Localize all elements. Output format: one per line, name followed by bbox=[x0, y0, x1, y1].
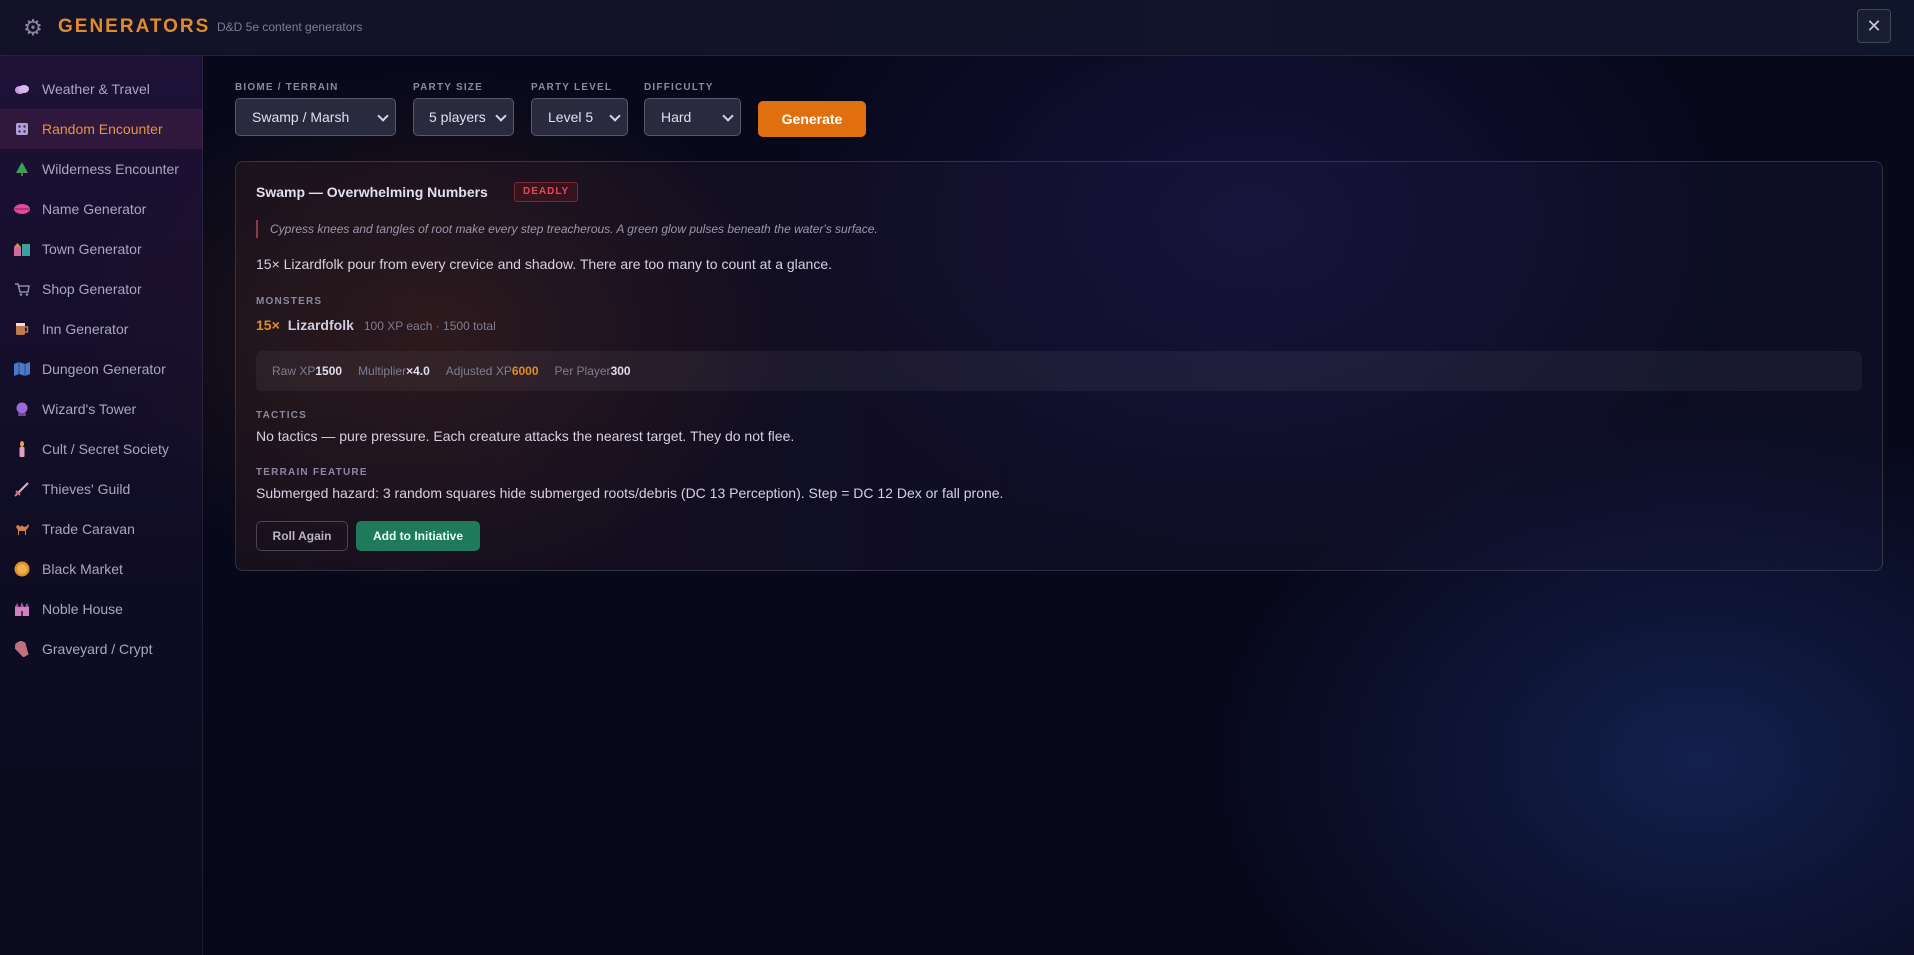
party-level-label: PARTY LEVEL bbox=[531, 82, 613, 93]
sidebar-item-label: Black Market bbox=[42, 561, 123, 577]
sidebar-item-noble-house[interactable]: Noble House bbox=[0, 589, 203, 629]
generate-button[interactable]: Generate bbox=[758, 101, 866, 137]
encounter-flavor-text: Cypress knees and tangles of root make e… bbox=[256, 220, 878, 238]
add-to-initiative-button[interactable]: Add to Initiative bbox=[356, 521, 480, 551]
coffin-icon bbox=[14, 641, 30, 657]
sidebar-item-black-market[interactable]: Black Market bbox=[0, 549, 203, 589]
sidebar-item-shop-generator[interactable]: Shop Generator bbox=[0, 269, 203, 309]
sidebar-item-label: Random Encounter bbox=[42, 121, 163, 137]
per-player-xp: Per Player300 bbox=[555, 364, 631, 378]
difficulty-badge: DEADLY bbox=[514, 182, 579, 202]
sidebar-item-weather-travel[interactable]: Weather & Travel bbox=[0, 69, 203, 109]
sidebar-item-dungeon-generator[interactable]: Dungeon Generator bbox=[0, 349, 203, 389]
tactics-text: No tactics — pure pressure. Each creatur… bbox=[256, 428, 795, 444]
cloud-icon bbox=[14, 81, 30, 97]
monster-name: Lizardfolk bbox=[287, 317, 354, 333]
per-player-label: Per Player bbox=[554, 364, 611, 378]
sidebar-item-graveyard-crypt[interactable]: Graveyard / Crypt bbox=[0, 629, 203, 669]
dice-icon bbox=[14, 121, 30, 137]
sidebar-item-label: Dungeon Generator bbox=[42, 361, 166, 377]
raw-xp-label: Raw XP bbox=[272, 364, 316, 378]
sidebar-item-label: Wizard's Tower bbox=[42, 401, 137, 417]
adjusted-xp: Adjusted XP6000 bbox=[446, 364, 539, 378]
terrain-text: Submerged hazard: 3 random squares hide … bbox=[256, 485, 1004, 501]
multiplier-label: Multiplier bbox=[358, 364, 407, 378]
encounter-title: Swamp — Overwhelming Numbers bbox=[256, 184, 488, 200]
chevron-down-icon bbox=[722, 110, 734, 122]
map-icon bbox=[14, 361, 30, 377]
sidebar-item-label: Weather & Travel bbox=[42, 81, 150, 97]
party-level-select[interactable]: Level 5 bbox=[531, 98, 628, 136]
sidebar-item-trade-caravan[interactable]: Trade Caravan bbox=[0, 509, 203, 549]
party-size-select[interactable]: 5 players bbox=[413, 98, 514, 136]
town-icon bbox=[14, 241, 30, 257]
dagger-icon bbox=[14, 481, 30, 497]
sidebar-item-inn-generator[interactable]: Inn Generator bbox=[0, 309, 203, 349]
sidebar-item-label: Town Generator bbox=[42, 241, 142, 257]
cart-icon bbox=[14, 281, 30, 297]
sidebar-item-random-encounter[interactable]: Random Encounter bbox=[0, 109, 203, 149]
sidebar-item-wilderness-encounter[interactable]: Wilderness Encounter bbox=[0, 149, 203, 189]
sidebar-item-cult-secret-society[interactable]: Cult / Secret Society bbox=[0, 429, 203, 469]
multiplier-value: ×4.0 bbox=[406, 364, 430, 378]
difficulty-value: Hard bbox=[661, 109, 692, 125]
tree-icon bbox=[14, 161, 30, 177]
monsters-heading: MONSTERS bbox=[256, 296, 323, 307]
candle-icon bbox=[14, 441, 30, 457]
monster-count: 15× bbox=[256, 317, 280, 333]
castle-icon bbox=[14, 601, 30, 617]
gear-icon: ⚙ bbox=[23, 15, 43, 40]
app-subtitle: D&D 5e content generators bbox=[217, 20, 363, 34]
close-button[interactable]: ✕ bbox=[1857, 9, 1891, 43]
sidebar-item-label: Noble House bbox=[42, 601, 123, 617]
sidebar-item-label: Trade Caravan bbox=[42, 521, 135, 537]
sidebar-item-label: Cult / Secret Society bbox=[42, 441, 169, 457]
app-title: GENERATORS bbox=[58, 16, 211, 37]
camel-icon bbox=[14, 521, 30, 537]
chevron-down-icon bbox=[609, 110, 621, 122]
crystal-ball-icon bbox=[14, 401, 30, 417]
adjusted-xp-value: 6000 bbox=[511, 364, 539, 378]
adjusted-xp-label: Adjusted XP bbox=[445, 364, 512, 378]
top-bar: ⚙ GENERATORS D&D 5e content generators ✕ bbox=[0, 0, 1914, 56]
chevron-down-icon bbox=[495, 110, 507, 122]
close-icon: ✕ bbox=[1866, 16, 1882, 36]
roll-again-button[interactable]: Roll Again bbox=[256, 521, 348, 551]
multiplier: Multiplier×4.0 bbox=[358, 364, 430, 378]
tactics-heading: TACTICS bbox=[256, 410, 307, 421]
lips-icon bbox=[14, 201, 30, 217]
chevron-down-icon bbox=[377, 110, 389, 122]
difficulty-label: DIFFICULTY bbox=[644, 82, 714, 93]
party-size-label: PARTY SIZE bbox=[413, 82, 483, 93]
sidebar-item-town-generator[interactable]: Town Generator bbox=[0, 229, 203, 269]
sidebar: Weather & Travel Random Encounter Wilder… bbox=[0, 56, 203, 955]
mug-icon bbox=[14, 321, 30, 337]
raw-xp-value: 1500 bbox=[315, 364, 343, 378]
biome-select[interactable]: Swamp / Marsh bbox=[235, 98, 396, 136]
monster-row: 15× Lizardfolk 100 XP each · 1500 total bbox=[256, 317, 496, 333]
sidebar-item-label: Thieves' Guild bbox=[42, 481, 131, 497]
biome-label: BIOME / TERRAIN bbox=[235, 82, 339, 93]
encounter-card: Swamp — Overwhelming Numbers DEADLY Cypr… bbox=[235, 161, 1883, 571]
difficulty-select[interactable]: Hard bbox=[644, 98, 741, 136]
per-player-value: 300 bbox=[610, 364, 631, 378]
sidebar-item-wizards-tower[interactable]: Wizard's Tower bbox=[0, 389, 203, 429]
sidebar-item-label: Shop Generator bbox=[42, 281, 142, 297]
sidebar-item-label: Graveyard / Crypt bbox=[42, 641, 153, 657]
sidebar-item-thieves-guild[interactable]: Thieves' Guild bbox=[0, 469, 203, 509]
sidebar-item-name-generator[interactable]: Name Generator bbox=[0, 189, 203, 229]
biome-value: Swamp / Marsh bbox=[252, 109, 350, 125]
party-size-value: 5 players bbox=[429, 109, 486, 125]
terrain-heading: TERRAIN FEATURE bbox=[256, 467, 368, 478]
raw-xp: Raw XP1500 bbox=[272, 364, 342, 378]
coin-icon bbox=[14, 561, 30, 577]
sidebar-item-label: Name Generator bbox=[42, 201, 147, 217]
monster-xp: 100 XP each · 1500 total bbox=[363, 319, 496, 333]
encounter-summary: 15× Lizardfolk pour from every crevice a… bbox=[256, 256, 833, 272]
party-level-value: Level 5 bbox=[548, 109, 594, 125]
sidebar-item-label: Wilderness Encounter bbox=[42, 161, 179, 177]
sidebar-item-label: Inn Generator bbox=[42, 321, 129, 337]
xp-summary-bar: Raw XP1500 Multiplier×4.0 Adjusted XP600… bbox=[256, 351, 1862, 391]
